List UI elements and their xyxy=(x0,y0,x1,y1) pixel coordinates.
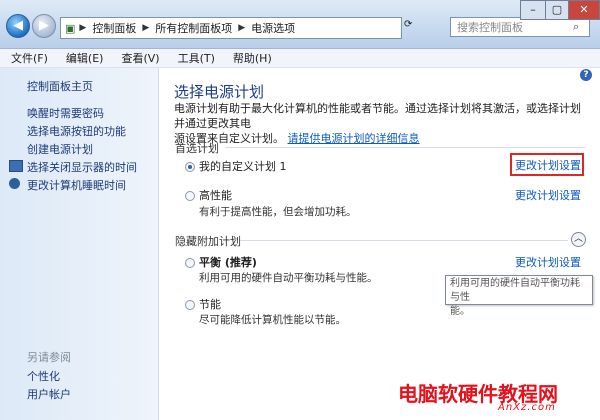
chevron-right-icon: ▶ xyxy=(238,23,246,33)
plan-name-high-performance: 高性能 xyxy=(199,189,232,202)
plan-radio-power-saver[interactable] xyxy=(185,300,195,310)
breadcrumb-power-options[interactable]: 电源选项 xyxy=(251,20,295,36)
plan-desc-high-performance: 有利于提高性能，但会增加功耗。 xyxy=(199,206,357,218)
plan-radio-custom[interactable] xyxy=(185,162,195,172)
tooltip-line-2: 能。 xyxy=(450,306,470,317)
display-icon xyxy=(9,160,23,172)
plan-radio-high-performance[interactable] xyxy=(185,191,195,201)
plan-name-balanced: 平衡 (推荐) xyxy=(199,256,257,269)
desc-line-1: 电源计划有助于最大化计算机的性能或者节能。通过选择计划将其激活，或选择计划并通过… xyxy=(174,102,581,130)
change-plan-settings-custom[interactable]: 更改计划设置 xyxy=(515,157,581,173)
search-input[interactable]: 搜索控制面板 xyxy=(450,17,590,37)
close-button[interactable]: ✕ xyxy=(568,0,600,20)
see-also-personalization[interactable]: 个性化 xyxy=(27,368,60,384)
refresh-icon[interactable]: ⟳ xyxy=(404,19,412,30)
menu-view[interactable]: 查看(V) xyxy=(110,50,166,66)
plan-name-power-saver: 节能 xyxy=(199,298,221,311)
group-divider xyxy=(240,240,568,241)
hidden-plans-heading: 隐藏附加计划 xyxy=(175,235,241,248)
plan-name-custom: 我的自定义计划 1 xyxy=(199,160,287,173)
control-panel-icon: ▣ xyxy=(65,21,76,35)
maximize-button[interactable]: ▢ xyxy=(545,0,569,20)
sidebar-home-link[interactable]: 控制面板主页 xyxy=(27,78,93,94)
breadcrumb-all-items[interactable]: 所有控制面板项 xyxy=(155,20,232,36)
preferred-plans-heading: 首选计划 xyxy=(175,142,219,155)
collapse-chevron-icon[interactable]: ︿ xyxy=(571,232,586,247)
see-also-user-accounts[interactable]: 用户帐户 xyxy=(27,386,71,402)
sidebar: 控制面板主页 唤醒时需要密码 选择电源按钮的功能 创建电源计划 选择关闭显示器的… xyxy=(0,68,159,420)
menu-tools[interactable]: 工具(T) xyxy=(167,50,222,66)
change-plan-settings-high-performance[interactable]: 更改计划设置 xyxy=(515,187,581,203)
help-icon[interactable]: ? xyxy=(580,69,592,81)
tooltip-line-1: 利用可用的硬件自动平衡功耗与性 xyxy=(450,278,580,303)
tooltip: 利用可用的硬件自动平衡功耗与性 能。 xyxy=(445,275,593,317)
menu-edit[interactable]: 编辑(E) xyxy=(55,50,111,66)
sidebar-item-power-buttons[interactable]: 选择电源按钮的功能 xyxy=(27,123,126,139)
plan-radio-balanced[interactable] xyxy=(185,258,195,268)
page-title: 选择电源计划 xyxy=(174,83,265,101)
menu-bar: 文件(F) 编辑(E) 查看(V) 工具(T) 帮助(H) xyxy=(0,49,600,68)
moon-icon xyxy=(9,178,20,189)
forward-button[interactable]: ▶ xyxy=(32,14,56,38)
sidebar-item-create-plan[interactable]: 创建电源计划 xyxy=(27,141,93,157)
chevron-right-icon: ▶ xyxy=(142,23,150,33)
see-also-heading: 另请参阅 xyxy=(27,351,71,364)
group-divider xyxy=(225,147,585,148)
plan-desc-balanced: 利用可用的硬件自动平衡功耗与性能。 xyxy=(199,272,378,284)
plan-desc-power-saver: 尽可能降低计算机性能以节能。 xyxy=(199,314,346,326)
watermark-subtext: AnXz.com xyxy=(498,402,556,413)
change-plan-settings-balanced[interactable]: 更改计划设置 xyxy=(515,254,581,270)
menu-file[interactable]: 文件(F) xyxy=(0,50,55,66)
chevron-right-icon: ▶ xyxy=(79,23,87,33)
sidebar-item-sleep-time[interactable]: 更改计算机睡眠时间 xyxy=(27,177,126,193)
more-info-link[interactable]: 请提供电源计划的详细信息 xyxy=(288,132,420,145)
menu-help[interactable]: 帮助(H) xyxy=(222,50,279,66)
sidebar-item-display-off[interactable]: 选择关闭显示器的时间 xyxy=(27,159,137,175)
search-icon: ⌕ xyxy=(573,20,580,33)
breadcrumb-control-panel[interactable]: 控制面板 xyxy=(92,20,136,36)
sidebar-item-wake-password[interactable]: 唤醒时需要密码 xyxy=(27,105,104,121)
back-button[interactable]: ◀ xyxy=(6,14,30,38)
page-description: 电源计划有助于最大化计算机的性能或者节能。通过选择计划将其激活，或选择计划并通过… xyxy=(174,101,584,146)
address-bar[interactable]: ▣ ▶ 控制面板 ▶ 所有控制面板项 ▶ 电源选项 xyxy=(60,17,402,39)
minimize-button[interactable]: – xyxy=(520,0,546,20)
